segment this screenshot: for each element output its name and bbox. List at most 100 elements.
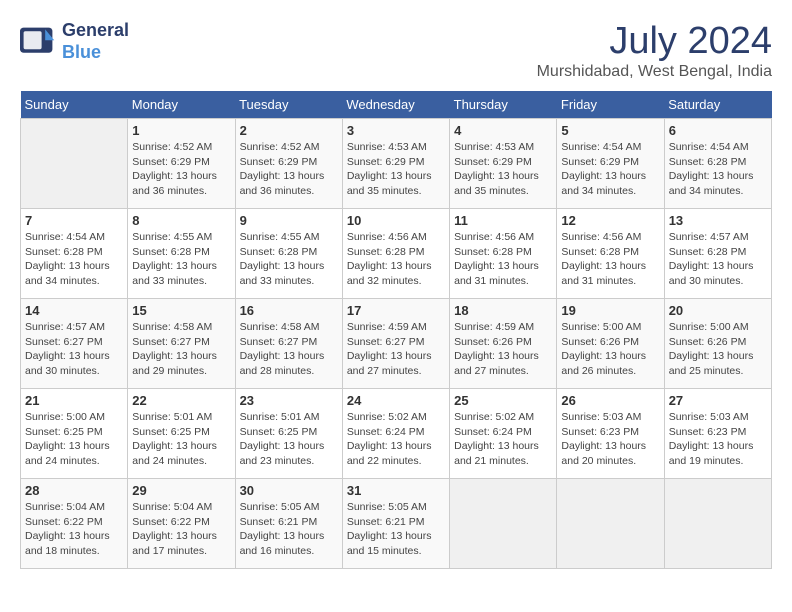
- day-info: Sunrise: 5:05 AM Sunset: 6:21 PM Dayligh…: [240, 500, 338, 559]
- calendar-cell: [21, 119, 128, 209]
- page-header: General Blue July 2024 Murshidabad, West…: [20, 20, 772, 81]
- logo-icon: [20, 27, 56, 57]
- day-number: 13: [669, 213, 767, 228]
- day-info: Sunrise: 5:03 AM Sunset: 6:23 PM Dayligh…: [561, 410, 659, 469]
- calendar-cell: 4Sunrise: 4:53 AM Sunset: 6:29 PM Daylig…: [450, 119, 557, 209]
- day-number: 9: [240, 213, 338, 228]
- header-monday: Monday: [128, 91, 235, 119]
- calendar-cell: 24Sunrise: 5:02 AM Sunset: 6:24 PM Dayli…: [342, 389, 449, 479]
- calendar-cell: 15 Sunrise: 4:58 AM Sunset: 6:27 PM Dayli…: [128, 299, 235, 389]
- calendar-cell: 20 Sunrise: 5:00 AM Sunset: 6:26 PM Dayli…: [664, 299, 771, 389]
- day-info: Sunrise: 4:52 AM Sunset: 6:29 PM Dayligh…: [240, 140, 338, 199]
- calendar-cell: 14Sunrise: 4:57 AM Sunset: 6:27 PM Dayli…: [21, 299, 128, 389]
- calendar-cell: 9 Sunrise: 4:55 AM Sunset: 6:28 PM Daylig…: [235, 209, 342, 299]
- day-number: 26: [561, 393, 659, 408]
- day-number: 16: [240, 303, 338, 318]
- day-info: Sunrise: 5:04 AM Sunset: 6:22 PM Dayligh…: [25, 500, 123, 559]
- day-number: 11: [454, 213, 552, 228]
- calendar-cell: 18 Sunrise: 4:59 AM Sunset: 6:26 PM Dayli…: [450, 299, 557, 389]
- header-wednesday: Wednesday: [342, 91, 449, 119]
- day-info: Sunrise: 4:54 AM Sunset: 6:29 PM Dayligh…: [561, 140, 659, 199]
- day-number: 22: [132, 393, 230, 408]
- calendar-cell: 25 Sunrise: 5:02 AM Sunset: 6:24 PM Dayli…: [450, 389, 557, 479]
- day-number: 6: [669, 123, 767, 138]
- day-info: Sunrise: 5:00 AM Sunset: 6:25 PM Dayligh…: [25, 410, 123, 469]
- day-info: Sunrise: 4:59 AM Sunset: 6:26 PM Dayligh…: [454, 320, 552, 379]
- logo: General Blue: [20, 20, 129, 63]
- day-number: 21: [25, 393, 123, 408]
- day-info: Sunrise: 5:02 AM Sunset: 6:24 PM Dayligh…: [454, 410, 552, 469]
- day-number: 31: [347, 483, 445, 498]
- day-info: Sunrise: 4:56 AM Sunset: 6:28 PM Dayligh…: [454, 230, 552, 289]
- calendar-header: SundayMondayTuesdayWednesdayThursdayFrid…: [21, 91, 772, 119]
- week-row-2: 7Sunrise: 4:54 AM Sunset: 6:28 PM Daylig…: [21, 209, 772, 299]
- day-number: 12: [561, 213, 659, 228]
- calendar-cell: 21 Sunrise: 5:00 AM Sunset: 6:25 PM Dayli…: [21, 389, 128, 479]
- calendar-cell: 3Sunrise: 4:53 AM Sunset: 6:29 PM Daylig…: [342, 119, 449, 209]
- calendar-cell: 23 Sunrise: 5:01 AM Sunset: 6:25 PM Dayli…: [235, 389, 342, 479]
- header-sunday: Sunday: [21, 91, 128, 119]
- day-info: Sunrise: 5:04 AM Sunset: 6:22 PM Dayligh…: [132, 500, 230, 559]
- calendar-cell: 22 Sunrise: 5:01 AM Sunset: 6:25 PM Dayli…: [128, 389, 235, 479]
- calendar-cell: 7Sunrise: 4:54 AM Sunset: 6:28 PM Daylig…: [21, 209, 128, 299]
- logo-text: General Blue: [62, 20, 129, 63]
- location-title: Murshidabad, West Bengal, India: [537, 63, 772, 81]
- day-number: 27: [669, 393, 767, 408]
- day-info: Sunrise: 4:53 AM Sunset: 6:29 PM Dayligh…: [347, 140, 445, 199]
- calendar-cell: 8Sunrise: 4:55 AM Sunset: 6:28 PM Daylig…: [128, 209, 235, 299]
- day-number: 29: [132, 483, 230, 498]
- day-info: Sunrise: 5:03 AM Sunset: 6:23 PM Dayligh…: [669, 410, 767, 469]
- calendar-cell: 26 Sunrise: 5:03 AM Sunset: 6:23 PM Dayli…: [557, 389, 664, 479]
- calendar-cell: [664, 479, 771, 569]
- day-number: 7: [25, 213, 123, 228]
- day-number: 2: [240, 123, 338, 138]
- day-number: 17: [347, 303, 445, 318]
- day-info: Sunrise: 4:55 AM Sunset: 6:28 PM Dayligh…: [240, 230, 338, 289]
- day-info: Sunrise: 4:58 AM Sunset: 6:27 PM Dayligh…: [240, 320, 338, 379]
- calendar-cell: 2 Sunrise: 4:52 AM Sunset: 6:29 PM Daylig…: [235, 119, 342, 209]
- calendar-cell: 5Sunrise: 4:54 AM Sunset: 6:29 PM Daylig…: [557, 119, 664, 209]
- calendar-cell: 30Sunrise: 5:05 AM Sunset: 6:21 PM Dayli…: [235, 479, 342, 569]
- calendar-cell: 16 Sunrise: 4:58 AM Sunset: 6:27 PM Dayli…: [235, 299, 342, 389]
- day-number: 25: [454, 393, 552, 408]
- header-tuesday: Tuesday: [235, 91, 342, 119]
- day-info: Sunrise: 5:01 AM Sunset: 6:25 PM Dayligh…: [132, 410, 230, 469]
- day-number: 1: [132, 123, 230, 138]
- calendar-cell: 28 Sunrise: 5:04 AM Sunset: 6:22 PM Dayli…: [21, 479, 128, 569]
- calendar-cell: 11 Sunrise: 4:56 AM Sunset: 6:28 PM Dayli…: [450, 209, 557, 299]
- day-info: Sunrise: 4:56 AM Sunset: 6:28 PM Dayligh…: [561, 230, 659, 289]
- week-row-1: 1 Sunrise: 4:52 AM Sunset: 6:29 PM Daylig…: [21, 119, 772, 209]
- day-number: 18: [454, 303, 552, 318]
- header-thursday: Thursday: [450, 91, 557, 119]
- day-number: 15: [132, 303, 230, 318]
- day-info: Sunrise: 5:00 AM Sunset: 6:26 PM Dayligh…: [669, 320, 767, 379]
- header-saturday: Saturday: [664, 91, 771, 119]
- calendar-cell: 6 Sunrise: 4:54 AM Sunset: 6:28 PM Daylig…: [664, 119, 771, 209]
- calendar-cell: 1 Sunrise: 4:52 AM Sunset: 6:29 PM Daylig…: [128, 119, 235, 209]
- day-info: Sunrise: 5:02 AM Sunset: 6:24 PM Dayligh…: [347, 410, 445, 469]
- day-number: 20: [669, 303, 767, 318]
- day-number: 4: [454, 123, 552, 138]
- calendar-cell: 13 Sunrise: 4:57 AM Sunset: 6:28 PM Dayli…: [664, 209, 771, 299]
- day-number: 8: [132, 213, 230, 228]
- day-info: Sunrise: 4:54 AM Sunset: 6:28 PM Dayligh…: [669, 140, 767, 199]
- calendar-cell: 12 Sunrise: 4:56 AM Sunset: 6:28 PM Dayli…: [557, 209, 664, 299]
- calendar-cell: 27 Sunrise: 5:03 AM Sunset: 6:23 PM Dayli…: [664, 389, 771, 479]
- day-info: Sunrise: 4:57 AM Sunset: 6:28 PM Dayligh…: [669, 230, 767, 289]
- day-number: 14: [25, 303, 123, 318]
- day-number: 28: [25, 483, 123, 498]
- day-info: Sunrise: 5:01 AM Sunset: 6:25 PM Dayligh…: [240, 410, 338, 469]
- week-row-3: 14Sunrise: 4:57 AM Sunset: 6:27 PM Dayli…: [21, 299, 772, 389]
- calendar-cell: [557, 479, 664, 569]
- day-info: Sunrise: 4:58 AM Sunset: 6:27 PM Dayligh…: [132, 320, 230, 379]
- calendar-cell: 29 Sunrise: 5:04 AM Sunset: 6:22 PM Dayli…: [128, 479, 235, 569]
- day-number: 23: [240, 393, 338, 408]
- day-info: Sunrise: 4:52 AM Sunset: 6:29 PM Dayligh…: [132, 140, 230, 199]
- day-info: Sunrise: 5:00 AM Sunset: 6:26 PM Dayligh…: [561, 320, 659, 379]
- calendar-cell: 31Sunrise: 5:05 AM Sunset: 6:21 PM Dayli…: [342, 479, 449, 569]
- day-number: 19: [561, 303, 659, 318]
- calendar-body: 1 Sunrise: 4:52 AM Sunset: 6:29 PM Daylig…: [21, 119, 772, 569]
- header-friday: Friday: [557, 91, 664, 119]
- title-section: July 2024 Murshidabad, West Bengal, Indi…: [537, 20, 772, 81]
- calendar-cell: 10Sunrise: 4:56 AM Sunset: 6:28 PM Dayli…: [342, 209, 449, 299]
